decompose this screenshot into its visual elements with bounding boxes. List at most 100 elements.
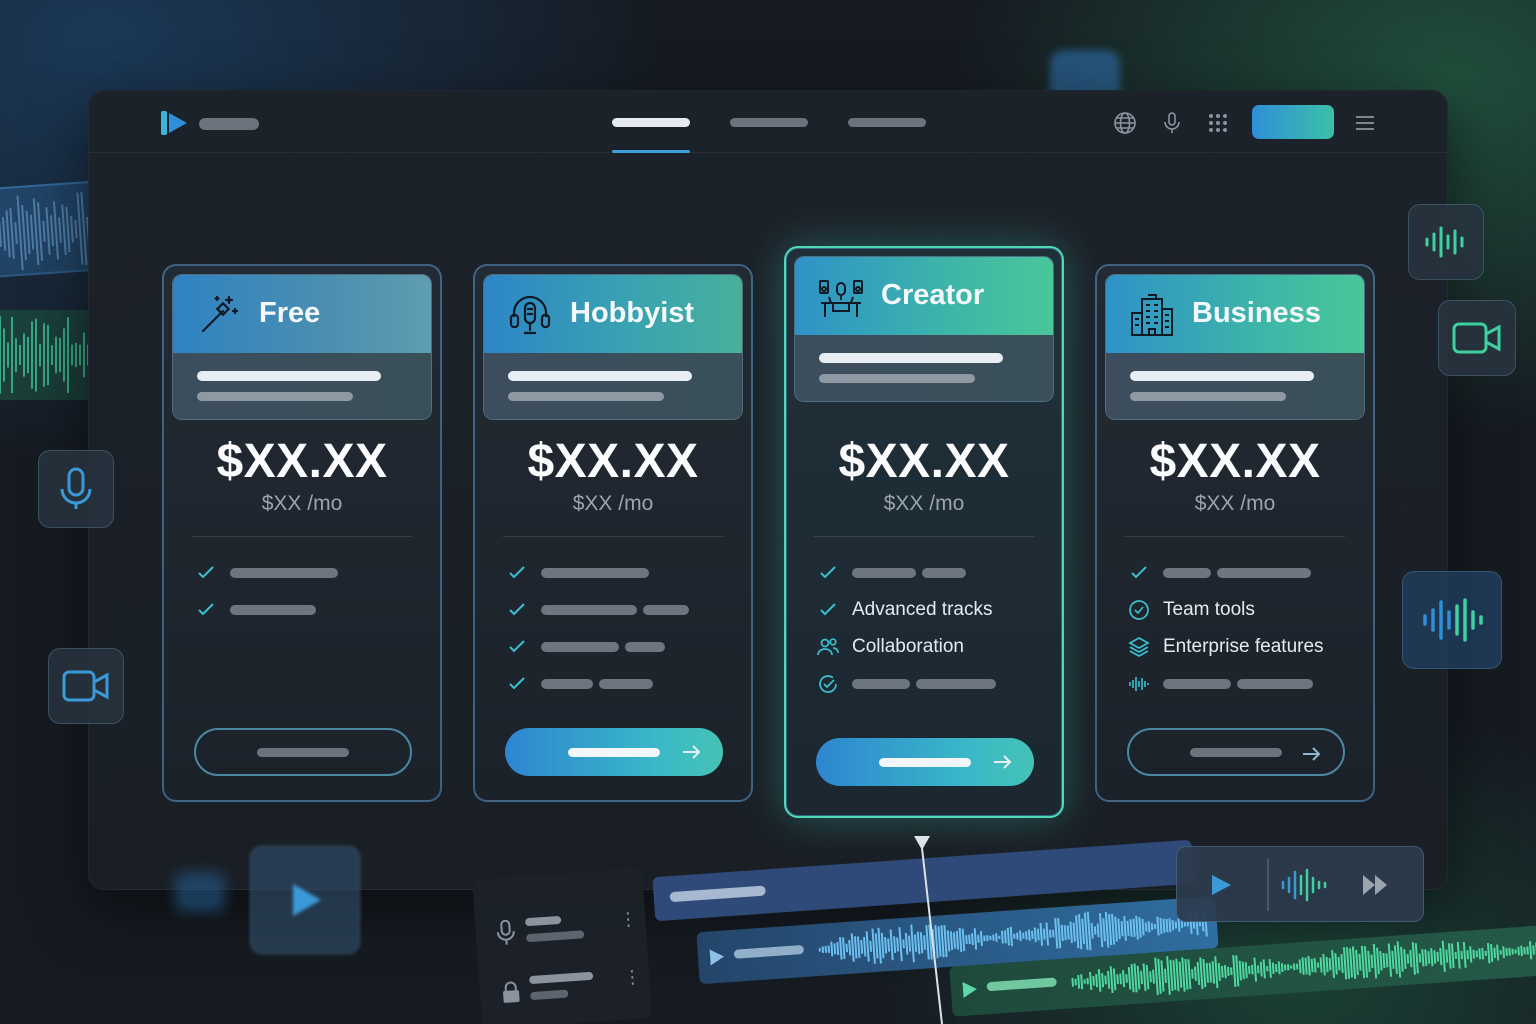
feature-item bbox=[194, 598, 322, 622]
feature-item bbox=[505, 598, 695, 622]
play-tile[interactable] bbox=[250, 846, 360, 954]
plan-name: Creator bbox=[881, 279, 985, 311]
plan-price: $XX.XX bbox=[216, 435, 388, 488]
feature-item bbox=[816, 672, 1002, 696]
audio-wave-tile-large[interactable] bbox=[1402, 571, 1502, 669]
track-headers: ⋮ ⋮ bbox=[472, 868, 653, 1024]
divider bbox=[192, 536, 412, 537]
select-plan-button[interactable] bbox=[194, 728, 412, 776]
grid-apps-icon[interactable] bbox=[1206, 111, 1230, 135]
plan-price-monthly: $XX /mo bbox=[572, 492, 654, 515]
plan-price-monthly: $XX /mo bbox=[883, 492, 965, 515]
plan-name: Business bbox=[1192, 297, 1321, 329]
checkmark-icon bbox=[505, 672, 529, 696]
nav-tab-1[interactable] bbox=[612, 118, 690, 127]
globe-icon[interactable] bbox=[1113, 111, 1137, 135]
checkmark-icon bbox=[194, 561, 218, 585]
feature-label: Collaboration bbox=[852, 636, 964, 657]
nav-tab-2[interactable] bbox=[730, 118, 808, 127]
microphone-icon[interactable] bbox=[1160, 111, 1184, 135]
audio-wave-icon bbox=[1279, 867, 1329, 903]
feature-item bbox=[816, 561, 972, 585]
plan-price: $XX.XX bbox=[838, 435, 1010, 488]
divider bbox=[814, 536, 1034, 537]
plan-card-hobbyist: Hobbyist $XX.XX $XX /mo bbox=[473, 264, 753, 802]
layers-icon bbox=[1127, 635, 1151, 659]
nav-tab-3[interactable] bbox=[848, 118, 926, 127]
microphone-icon bbox=[59, 467, 93, 511]
audio-wave-icon bbox=[1419, 594, 1485, 646]
checkmark-icon bbox=[505, 635, 529, 659]
feature-item bbox=[505, 672, 659, 696]
play-icon bbox=[962, 981, 977, 998]
feature-item bbox=[1127, 672, 1319, 696]
playhead-marker-bottom[interactable] bbox=[914, 836, 954, 1024]
play-icon bbox=[285, 880, 325, 920]
app-name-placeholder bbox=[199, 118, 259, 130]
video-camera-icon bbox=[62, 669, 110, 703]
video-camera-icon bbox=[1452, 321, 1502, 355]
feature-label: Team tools bbox=[1163, 599, 1255, 620]
users-icon bbox=[816, 635, 840, 659]
hamburger-menu-icon[interactable] bbox=[1353, 111, 1377, 135]
plan-header: Business bbox=[1105, 274, 1365, 420]
divider bbox=[1125, 536, 1345, 537]
fast-forward-icon[interactable] bbox=[1361, 873, 1391, 897]
plan-header: Free bbox=[172, 274, 432, 420]
plan-header: Hobbyist bbox=[483, 274, 743, 420]
checkmark-icon bbox=[816, 561, 840, 585]
audio-wave-icon bbox=[1127, 672, 1151, 696]
checkmark-icon bbox=[505, 561, 529, 585]
more-options-icon[interactable]: ⋮ bbox=[619, 909, 638, 931]
magic-wand-icon bbox=[195, 291, 243, 339]
plan-price: $XX.XX bbox=[527, 435, 699, 488]
plan-card-creator: Creator $XX.XX $XX /mo Advanced tracks C… bbox=[784, 246, 1064, 818]
plan-price: $XX.XX bbox=[1149, 435, 1321, 488]
checkmark-icon bbox=[1127, 561, 1151, 585]
feature-item bbox=[194, 561, 344, 585]
microphone-icon bbox=[495, 919, 517, 946]
audio-wave-tile[interactable] bbox=[1408, 204, 1484, 280]
feature-item: Team tools bbox=[1127, 598, 1255, 622]
feature-item bbox=[505, 561, 655, 585]
headset-microphone-icon bbox=[506, 291, 554, 339]
video-tile-left[interactable] bbox=[48, 648, 124, 724]
select-plan-button[interactable] bbox=[505, 728, 723, 776]
more-options-icon[interactable]: ⋮ bbox=[623, 966, 642, 988]
office-building-icon bbox=[1128, 291, 1176, 339]
checkmark-icon bbox=[194, 598, 218, 622]
feature-item: Collaboration bbox=[816, 635, 964, 659]
app-logo-icon[interactable] bbox=[161, 111, 189, 135]
header-cta-button[interactable] bbox=[1252, 105, 1334, 139]
plan-price-monthly: $XX /mo bbox=[1194, 492, 1276, 515]
lock-icon[interactable] bbox=[501, 981, 520, 1004]
plan-header: Creator bbox=[794, 256, 1054, 402]
select-plan-button[interactable] bbox=[816, 738, 1034, 786]
arrow-right-icon bbox=[679, 740, 703, 764]
active-tab-indicator bbox=[612, 150, 690, 153]
circular-check-icon bbox=[816, 672, 840, 696]
feature-item: Enterprise features bbox=[1127, 635, 1324, 659]
divider bbox=[503, 536, 723, 537]
play-icon bbox=[709, 949, 725, 966]
feature-item bbox=[505, 635, 671, 659]
plan-name: Hobbyist bbox=[570, 297, 695, 329]
select-plan-button[interactable] bbox=[1127, 728, 1345, 776]
checkmark-icon bbox=[816, 598, 840, 622]
feature-label: Advanced tracks bbox=[852, 599, 993, 620]
arrow-right-icon bbox=[990, 750, 1014, 774]
plan-card-free: Free $XX.XX $XX /mo bbox=[162, 264, 442, 802]
check-circle-icon bbox=[1127, 598, 1151, 622]
microphone-tile[interactable] bbox=[38, 450, 114, 528]
play-icon[interactable] bbox=[1209, 873, 1233, 897]
top-navigation-bar bbox=[89, 91, 1447, 153]
plan-price-monthly: $XX /mo bbox=[261, 492, 343, 515]
feature-label: Enterprise features bbox=[1163, 636, 1324, 657]
feature-item bbox=[1127, 561, 1317, 585]
video-tile[interactable] bbox=[1438, 300, 1516, 376]
plan-card-business: Business $XX.XX $XX /mo Team tools Enter… bbox=[1095, 264, 1375, 802]
plan-name: Free bbox=[259, 297, 321, 329]
feature-item: Advanced tracks bbox=[816, 598, 992, 622]
blurred-decoration bbox=[175, 872, 225, 912]
media-player-controls bbox=[1176, 846, 1424, 922]
